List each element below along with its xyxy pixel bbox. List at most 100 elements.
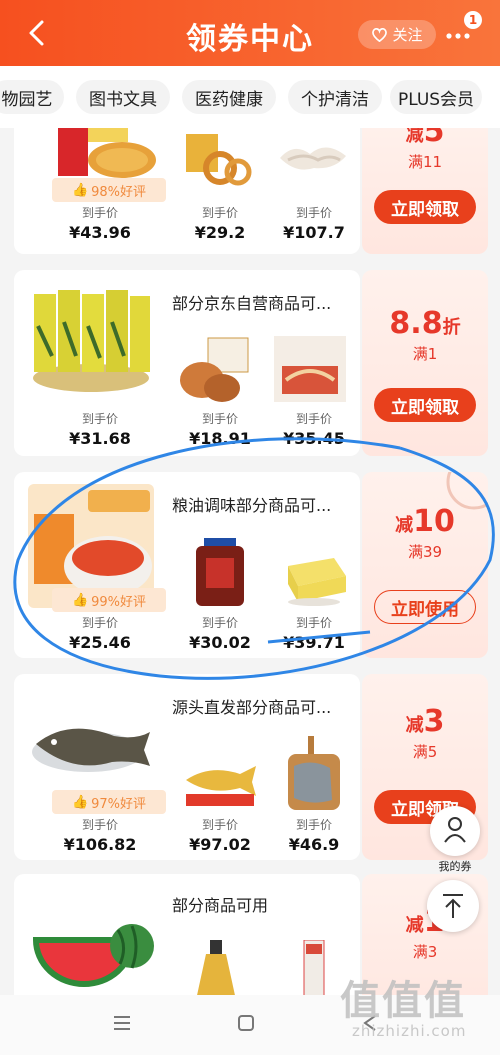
coupon-card[interactable]: 源头直发部分商品可... 👍 97%好评 到手价 ¥106.82 到手价 ¥97… [14, 674, 360, 860]
product-image [58, 128, 156, 178]
user-icon [444, 817, 466, 843]
tab-personal-care[interactable]: 个护清洁 [288, 80, 382, 114]
product-price: 到手价 ¥43.96 [54, 204, 146, 242]
deal-condition: 满39 [407, 543, 443, 561]
watermark: 值值值 zhizhizhi.com [340, 968, 490, 1040]
product-item[interactable] [264, 336, 356, 410]
back-to-top-button[interactable] [427, 880, 479, 932]
product-item[interactable] [28, 900, 154, 994]
price-label: 到手价 [295, 206, 332, 220]
product-item[interactable] [268, 736, 360, 816]
price-value: ¥35.45 [283, 429, 345, 448]
thumb-up-icon: 👍 [71, 794, 89, 810]
use-button[interactable]: 立即使用 [374, 590, 476, 624]
tab-plus-member[interactable]: PLUS会员 [390, 80, 482, 114]
price-label: 到手价 [201, 818, 238, 832]
product-price: 到手价 ¥39.71 [268, 614, 360, 652]
product-item[interactable] [268, 128, 360, 192]
coupon-deal-panel: 8.8折 满1 立即领取 [362, 270, 488, 456]
thumb-up-icon: 👍 [71, 592, 89, 608]
price-value: ¥43.96 [69, 223, 131, 242]
deal-amount: 8.8折 满1 [362, 306, 488, 364]
product-price: 到手价 ¥18.91 [174, 410, 266, 448]
product-item[interactable] [174, 940, 266, 995]
price-label: 到手价 [81, 616, 118, 630]
arrow-up-icon [443, 894, 463, 918]
product-image [196, 538, 244, 606]
tab-books[interactable]: 图书文具 [76, 80, 170, 114]
watermark-logo: 值值值 [340, 978, 466, 1024]
product-image [32, 728, 150, 772]
price-label: 到手价 [295, 616, 332, 630]
product-price: 到手价 ¥35.45 [268, 410, 360, 448]
home-icon[interactable] [236, 1013, 256, 1033]
menu-icon[interactable] [112, 1013, 132, 1033]
coupon-card[interactable]: 部分京东自营商品可... 到手价 ¥31.68 到手价 ¥18.91 到手价 ¥… [14, 270, 360, 456]
thumb-up-icon: 👍 [71, 182, 89, 198]
price-value: ¥106.82 [63, 835, 137, 854]
product-image [280, 147, 346, 170]
price-label: 到手价 [201, 616, 238, 630]
price-value: ¥30.02 [189, 633, 251, 652]
price-value: ¥25.46 [69, 633, 131, 652]
product-item[interactable] [174, 536, 266, 612]
product-item[interactable] [174, 738, 266, 814]
deal-condition: 满11 [407, 153, 443, 171]
coupon-card[interactable]: 粮油调味部分商品可... 👍 99%好评 到手价 ¥25.46 到手价 ¥30.… [14, 472, 360, 658]
product-price: 到手价 ¥106.82 [54, 816, 146, 854]
claim-button[interactable]: 立即领取 [374, 190, 476, 224]
coupon-title: 部分京东自营商品可... [172, 294, 332, 313]
product-price: 到手价 ¥25.46 [54, 614, 146, 652]
product-item[interactable] [36, 128, 160, 184]
price-value: ¥18.91 [189, 429, 251, 448]
product-image [197, 940, 235, 995]
coupon-list[interactable]: 👍 98%好评 到手价 ¥43.96 到手价 ¥29.2 到手价 ¥107.7 … [0, 128, 500, 995]
product-price: 到手价 ¥97.02 [174, 816, 266, 854]
price-label: 到手价 [81, 412, 118, 426]
header-bar: 领券中心 关注 1 [0, 0, 500, 66]
price-value: ¥31.68 [69, 429, 131, 448]
rating-text: 97%好评 [91, 796, 147, 812]
rating-badge: 👍 97%好评 [52, 790, 166, 814]
coupon-card[interactable]: 👍 98%好评 到手价 ¥43.96 到手价 ¥29.2 到手价 ¥107.7 [14, 128, 360, 254]
price-label: 到手价 [201, 206, 238, 220]
coupon-title: 粮油调味部分商品可... [172, 496, 332, 515]
rating-text: 99%好评 [91, 594, 147, 610]
product-image [33, 290, 150, 392]
product-price: 到手价 ¥46.9 [268, 816, 360, 854]
follow-button[interactable]: 关注 [358, 20, 436, 49]
tab-garden[interactable]: 物园艺 [0, 80, 64, 114]
coupon-title: 部分商品可用 [172, 896, 269, 915]
deal-condition: 满5 [412, 743, 438, 761]
rating-badge: 👍 98%好评 [52, 178, 166, 202]
product-item[interactable] [174, 128, 266, 192]
my-coupons-button[interactable]: 我的券 [430, 806, 480, 874]
product-item[interactable] [168, 336, 260, 410]
deal-condition: 满1 [412, 345, 438, 363]
product-image [186, 134, 252, 186]
product-image [186, 766, 256, 806]
price-value: ¥107.7 [283, 223, 345, 242]
coupon-card[interactable]: 部分商品可用 [14, 874, 360, 995]
product-price: 到手价 ¥29.2 [174, 204, 266, 242]
deal-amount: 减10 满39 [362, 504, 488, 562]
category-tabs: 物园艺 图书文具 医药健康 个护清洁 PLUS会员 [0, 66, 500, 128]
product-item[interactable] [28, 286, 154, 400]
deal-condition: 满3 [412, 943, 438, 961]
rating-text: 98%好评 [91, 184, 147, 200]
my-coupons-label: 我的券 [438, 860, 472, 873]
notification-badge: 1 [464, 11, 482, 29]
tab-medicine[interactable]: 医药健康 [182, 80, 276, 114]
coupon-deal-panel: 减10 满39 立即使用 [362, 472, 488, 658]
claim-button[interactable]: 立即领取 [374, 388, 476, 422]
deal-amount: 减3 满5 [362, 704, 488, 762]
product-image [288, 558, 346, 606]
product-image [288, 736, 340, 810]
price-label: 到手价 [295, 412, 332, 426]
price-label: 到手价 [81, 818, 118, 832]
product-item[interactable] [268, 546, 360, 610]
coupon-title: 源头直发部分商品可... [172, 698, 332, 717]
product-item[interactable] [28, 704, 154, 792]
price-value: ¥46.9 [288, 835, 340, 854]
product-price: 到手价 ¥30.02 [174, 614, 266, 652]
